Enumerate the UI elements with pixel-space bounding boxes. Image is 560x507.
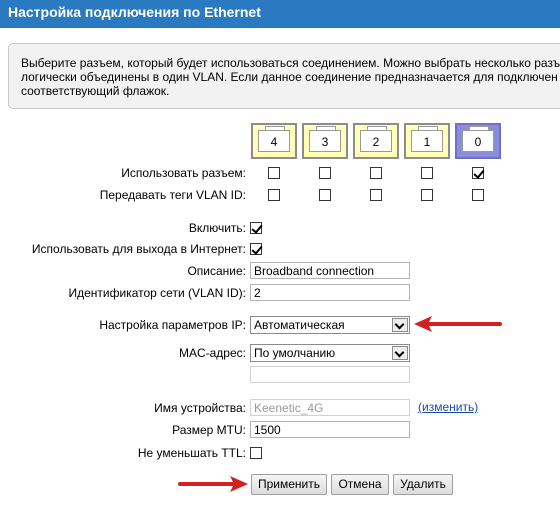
vlan-tag-1-checkbox[interactable]	[421, 189, 433, 201]
port-4-icon[interactable]: 4	[251, 123, 297, 159]
vlan-tag-0-checkbox[interactable]	[472, 189, 484, 201]
ttl-checkbox[interactable]	[250, 447, 262, 459]
enable-label: Включить:	[188, 221, 246, 235]
port-2-number: 2	[372, 135, 380, 149]
vlan-tag-4-checkbox[interactable]	[268, 189, 280, 201]
use-port-4-checkbox[interactable]	[268, 167, 280, 179]
mtu-input[interactable]: 1500	[250, 421, 410, 438]
use-port-2-checkbox[interactable]	[370, 167, 382, 179]
use-port-1-checkbox[interactable]	[421, 167, 433, 179]
port-4-number: 4	[270, 135, 278, 149]
internet-checkbox[interactable]	[250, 243, 262, 255]
vlan-tag-2-checkbox[interactable]	[370, 189, 382, 201]
mac-address-input[interactable]	[250, 366, 410, 383]
arrow-pointer-icon	[178, 476, 248, 492]
title-bar: Настройка подключения по Ethernet	[0, 0, 560, 28]
description-label: Описание:	[187, 264, 246, 278]
vlan-id-label: Идентификатор сети (VLAN ID):	[68, 286, 247, 300]
mac-select[interactable]: По умолчанию	[250, 344, 410, 362]
port-0-number: 0	[474, 135, 482, 149]
delete-button[interactable]: Удалить	[393, 474, 453, 495]
chevron-down-icon	[392, 318, 408, 332]
port-1-number: 1	[423, 135, 431, 149]
device-name-input[interactable]: Keenetic_4G	[250, 399, 410, 416]
enable-checkbox[interactable]	[250, 222, 262, 234]
use-port-label: Использовать разъем:	[121, 166, 246, 180]
port-1-icon[interactable]: 1	[404, 123, 450, 159]
description-input[interactable]: Broadband connection	[250, 262, 410, 279]
port-2-icon[interactable]: 2	[353, 123, 399, 159]
info-line-2: логически объединены в один VLAN. Если д…	[21, 70, 558, 84]
ip-settings-value: Автоматическая	[254, 318, 345, 332]
ip-settings-label: Настройка параметров IP:	[99, 318, 246, 332]
ttl-label: Не уменьшать TTL:	[137, 446, 246, 460]
apply-button[interactable]: Применить	[251, 474, 327, 495]
chevron-down-icon	[392, 346, 408, 360]
vlan-id-input[interactable]: 2	[250, 284, 410, 301]
port-3-icon[interactable]: 3	[302, 123, 348, 159]
cancel-button[interactable]: Отмена	[331, 474, 389, 495]
info-line-1: Выберите разъем, который будет использов…	[21, 56, 560, 70]
vlan-tag-3-checkbox[interactable]	[319, 189, 331, 201]
mtu-label: Размер MTU:	[172, 423, 246, 437]
vlan-tags-label: Передавать теги VLAN ID:	[99, 188, 246, 202]
internet-label: Использовать для выхода в Интернет:	[31, 242, 246, 256]
info-line-3: соответствующий флажок.	[21, 84, 170, 98]
ip-settings-select[interactable]: Автоматическая	[250, 316, 410, 334]
page-title: Настройка подключения по Ethernet	[8, 4, 261, 20]
port-0-icon[interactable]: 0	[455, 123, 501, 159]
info-panel: Выберите разъем, который будет использов…	[8, 43, 560, 109]
use-port-0-checkbox[interactable]	[472, 167, 484, 179]
change-link[interactable]: (изменить)	[418, 400, 478, 414]
mac-label: MAC-адрес:	[178, 346, 246, 360]
port-3-number: 3	[321, 135, 329, 149]
device-name-label: Имя устройства:	[154, 401, 246, 415]
arrow-pointer-icon	[414, 316, 502, 332]
use-port-3-checkbox[interactable]	[319, 167, 331, 179]
mac-value: По умолчанию	[254, 346, 336, 360]
